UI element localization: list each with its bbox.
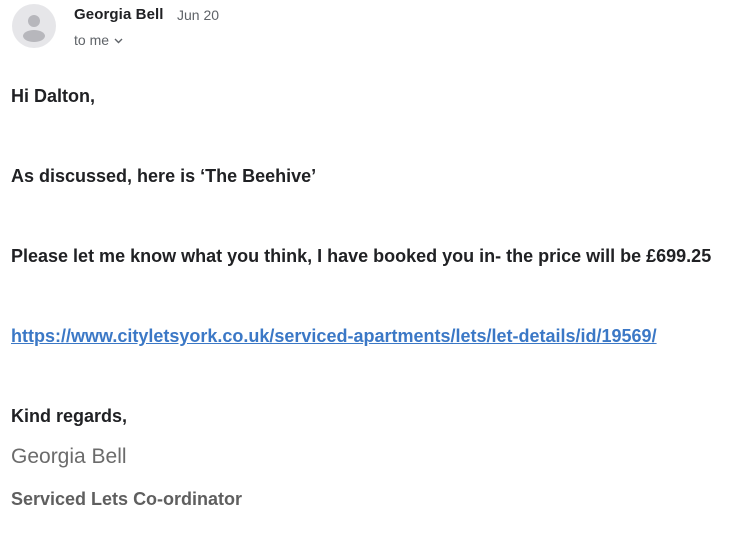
listing-link[interactable]: https://www.cityletsyork.co.uk/serviced-…	[11, 326, 657, 346]
body-line-discussed: As discussed, here is ‘The Beehive’	[11, 166, 317, 186]
sender-name[interactable]: Georgia Bell	[74, 6, 164, 23]
closing: Kind regards,	[11, 406, 128, 426]
body-line-booking: Please let me know what you think, I hav…	[11, 246, 712, 266]
signature-title: Serviced Lets Co-ordinator	[11, 489, 243, 509]
recipient-label: to me	[74, 32, 110, 48]
person-icon	[23, 15, 45, 42]
sender-avatar[interactable]	[12, 4, 56, 48]
email-header: Georgia Bell Jun 20 to me	[0, 0, 750, 60]
chevron-down-icon	[114, 31, 123, 47]
listing-link-line: https://www.cityletsyork.co.uk/serviced-…	[11, 326, 657, 347]
email-date: Jun 20	[177, 7, 220, 23]
recipient-toggle[interactable]: to me	[74, 32, 123, 49]
signature-name: Georgia Bell	[11, 445, 127, 468]
greeting: Hi Dalton,	[11, 86, 95, 106]
